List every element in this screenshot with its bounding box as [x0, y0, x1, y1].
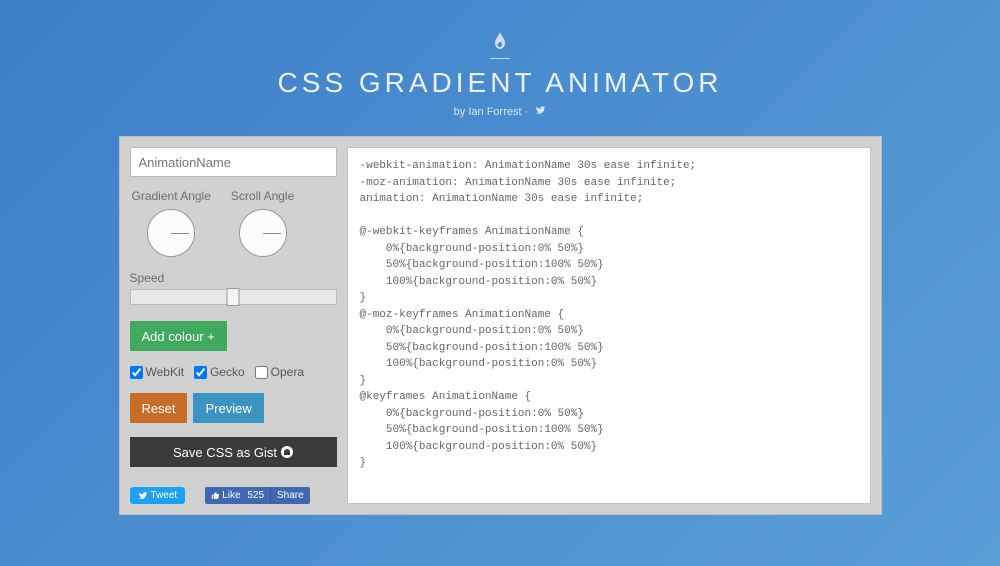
add-colour-button[interactable]: Add colour +: [130, 321, 227, 351]
webkit-checkbox-label[interactable]: WebKit: [130, 365, 184, 379]
speed-slider-thumb[interactable]: [227, 288, 240, 306]
flame-icon: [490, 30, 510, 59]
twitter-icon[interactable]: [535, 106, 546, 118]
opera-checkbox-label[interactable]: Opera: [255, 365, 304, 379]
opera-checkbox[interactable]: [255, 366, 268, 379]
fb-like-button[interactable]: Like 525: [205, 487, 270, 504]
page-title: CSS GRADIENT ANIMATOR: [0, 67, 1000, 99]
gradient-angle-label: Gradient Angle: [132, 189, 211, 203]
byline: by Ian Forrest ·: [0, 105, 1000, 118]
tweet-button[interactable]: Tweet: [130, 487, 186, 504]
animation-name-input[interactable]: [130, 147, 337, 177]
scroll-angle-dial[interactable]: [239, 209, 287, 257]
gecko-checkbox[interactable]: [194, 366, 207, 379]
speed-label: Speed: [130, 271, 337, 285]
gradient-angle-dial[interactable]: [147, 209, 195, 257]
code-output[interactable]: -webkit-animation: AnimationName 30s eas…: [347, 147, 871, 504]
github-icon: [281, 446, 293, 458]
gecko-checkbox-label[interactable]: Gecko: [194, 365, 245, 379]
scroll-angle-label: Scroll Angle: [231, 189, 294, 203]
reset-button[interactable]: Reset: [130, 393, 188, 423]
author-link[interactable]: Ian Forrest: [468, 106, 521, 118]
controls-sidebar: Gradient Angle Scroll Angle Speed Add co…: [130, 147, 337, 504]
preview-button[interactable]: Preview: [193, 393, 263, 423]
fb-share-button[interactable]: Share: [270, 487, 310, 504]
save-gist-button[interactable]: Save CSS as Gist: [130, 437, 337, 467]
webkit-checkbox[interactable]: [130, 366, 143, 379]
speed-slider[interactable]: [130, 289, 337, 305]
main-panel: Gradient Angle Scroll Angle Speed Add co…: [119, 136, 882, 515]
